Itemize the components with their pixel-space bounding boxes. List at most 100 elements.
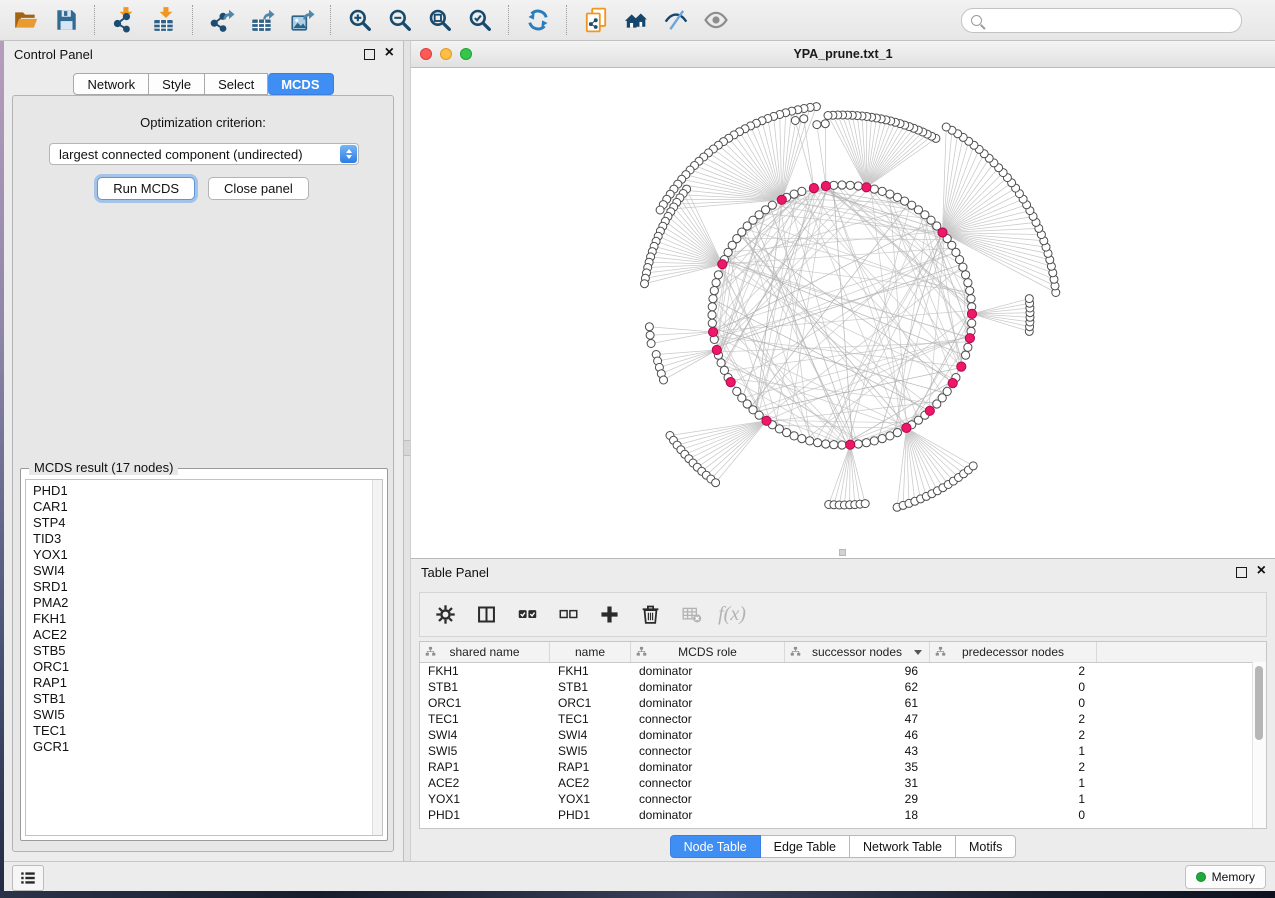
export-table-button[interactable] [242, 3, 282, 37]
graph-node[interactable] [755, 411, 763, 419]
zoom-fit-button[interactable] [420, 3, 460, 37]
search-networks-button[interactable] [616, 3, 656, 37]
column-header-shared-name[interactable]: shared name [420, 642, 550, 662]
graph-node[interactable] [886, 190, 894, 198]
graph-node[interactable] [717, 359, 725, 367]
graph-node[interactable] [814, 439, 822, 447]
table-mode-button[interactable] [433, 603, 457, 627]
graph-node[interactable] [798, 187, 806, 195]
close-window-icon[interactable] [420, 48, 432, 60]
graph-node[interactable] [660, 376, 668, 384]
table-row[interactable]: ORC1ORC1dominator610 [420, 695, 1266, 711]
graph-node[interactable] [854, 182, 862, 190]
graph-node[interactable] [893, 193, 901, 201]
table-scrollbar-thumb[interactable] [1255, 666, 1263, 740]
search-input[interactable] [982, 11, 1241, 30]
graph-node[interactable] [968, 319, 976, 327]
graph-node[interactable] [943, 387, 951, 395]
column-header-MCDS-role[interactable]: MCDS role [631, 642, 785, 662]
graph-hub-node[interactable] [846, 440, 855, 449]
show-details-button[interactable] [696, 3, 736, 37]
column-header-successor-nodes[interactable]: successor nodes [785, 642, 930, 662]
graph-hub-node[interactable] [709, 327, 718, 336]
graph-hub-node[interactable] [762, 416, 771, 425]
optimization-criterion-select[interactable]: largest connected component (undirected) [49, 143, 359, 165]
close-panel-icon[interactable]: × [385, 48, 394, 60]
deselect-all-rows-button[interactable] [556, 603, 580, 627]
table-row[interactable]: RAP1RAP1dominator352 [420, 759, 1266, 775]
table-row[interactable]: SWI5SWI5connector431 [420, 743, 1266, 759]
table-row[interactable]: ACE2ACE2connector311 [420, 775, 1266, 791]
graph-node[interactable] [791, 117, 799, 125]
graph-hub-node[interactable] [938, 228, 947, 237]
graph-node[interactable] [822, 440, 830, 448]
zoom-in-button[interactable] [340, 3, 380, 37]
graph-hub-node[interactable] [718, 260, 727, 269]
graph-node[interactable] [959, 263, 967, 271]
export-network-button[interactable] [202, 3, 242, 37]
graph-hub-node[interactable] [726, 378, 735, 387]
table-row[interactable]: SWI4SWI4dominator462 [420, 727, 1266, 743]
create-column-button[interactable] [597, 603, 621, 627]
graph-node[interactable] [893, 429, 901, 437]
zoom-out-button[interactable] [380, 3, 420, 37]
graph-node[interactable] [790, 432, 798, 440]
graph-node[interactable] [870, 185, 878, 193]
column-header-predecessor-nodes[interactable]: predecessor nodes [930, 642, 1097, 662]
tab-edge-table[interactable]: Edge Table [761, 835, 850, 858]
graph-node[interactable] [708, 319, 716, 327]
refresh-layout-button[interactable] [518, 3, 558, 37]
tab-mcds[interactable]: MCDS [268, 73, 333, 95]
canvas-splitter-handle-icon[interactable] [839, 549, 846, 556]
tab-network[interactable]: Network [73, 73, 149, 95]
graph-node[interactable] [878, 435, 886, 443]
graph-hub-node[interactable] [809, 184, 818, 193]
network-from-file-button[interactable] [576, 3, 616, 37]
graph-node[interactable] [838, 181, 846, 189]
graph-node[interactable] [838, 441, 846, 449]
close-panel-icon[interactable]: × [1257, 566, 1266, 578]
graph-node[interactable] [710, 287, 718, 295]
hide-details-button[interactable] [656, 3, 696, 37]
mcds-result-list[interactable]: PHD1CAR1STP4TID3YOX1SWI4SRD1PMA2FKH1ACE2… [25, 479, 383, 836]
network-canvas[interactable] [411, 68, 1275, 558]
graph-hub-node[interactable] [925, 406, 934, 415]
graph-node[interactable] [641, 280, 649, 288]
tab-node-table[interactable]: Node Table [670, 835, 761, 858]
graph-node[interactable] [862, 439, 870, 447]
graph-node[interactable] [647, 340, 655, 348]
graph-node[interactable] [798, 435, 806, 443]
graph-node[interactable] [966, 287, 974, 295]
graph-node[interactable] [712, 479, 720, 487]
import-table-button[interactable] [144, 3, 184, 37]
graph-node[interactable] [806, 437, 814, 445]
graph-node[interactable] [709, 295, 717, 303]
import-network-button[interactable] [104, 3, 144, 37]
table-row[interactable]: FKH1FKH1dominator962 [420, 663, 1266, 679]
graph-node[interactable] [1025, 295, 1033, 303]
select-all-rows-button[interactable] [515, 603, 539, 627]
graph-node[interactable] [846, 181, 854, 189]
run-mcds-button[interactable]: Run MCDS [97, 177, 195, 200]
tab-select[interactable]: Select [205, 73, 268, 95]
float-panel-icon[interactable] [1236, 567, 1247, 578]
graph-node[interactable] [942, 123, 950, 131]
graph-node[interactable] [708, 303, 716, 311]
graph-node[interactable] [714, 271, 722, 279]
delete-column-button[interactable] [638, 603, 662, 627]
network-graph[interactable] [411, 68, 1275, 558]
minimize-window-icon[interactable] [440, 48, 452, 60]
graph-hub-node[interactable] [948, 379, 957, 388]
graph-node[interactable] [969, 462, 977, 470]
export-image-button[interactable] [282, 3, 322, 37]
table-row[interactable]: STB1STB1dominator620 [420, 679, 1266, 695]
graph-node[interactable] [645, 323, 653, 331]
graph-hub-node[interactable] [712, 345, 721, 354]
column-header-name[interactable]: name [550, 642, 631, 662]
memory-button[interactable]: Memory [1185, 865, 1266, 889]
table-scrollbar[interactable] [1252, 662, 1266, 828]
graph-hub-node[interactable] [862, 183, 871, 192]
graph-node[interactable] [870, 437, 878, 445]
graph-node[interactable] [854, 440, 862, 448]
zoom-window-icon[interactable] [460, 48, 472, 60]
